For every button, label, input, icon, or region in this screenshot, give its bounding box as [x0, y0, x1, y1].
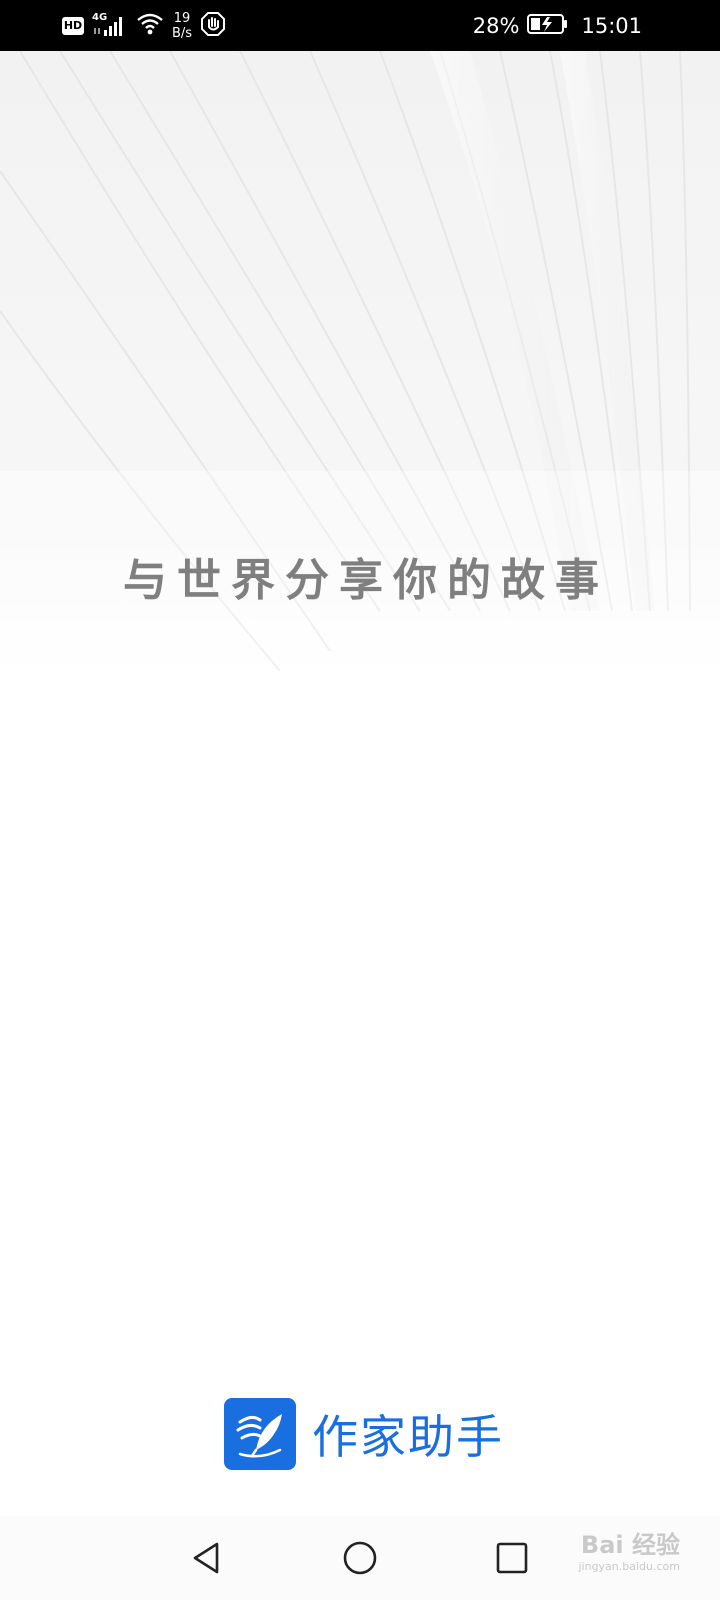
status-right-group: 28% 15:01: [473, 0, 642, 51]
signal-4g-icon: 4G: [92, 12, 128, 40]
app-brand: 作家助手: [224, 1398, 504, 1470]
net-speed: 19 B/s: [172, 11, 192, 41]
navigation-bar: Bai 经验 jingyan.baidu.com: [0, 1516, 720, 1600]
quill-pen-icon: [224, 1398, 296, 1470]
net-speed-unit: B/s: [172, 25, 193, 41]
status-left-group: HD 4G 19 B/s: [62, 0, 226, 51]
slogan-text: 与世界分享你的故事: [123, 555, 609, 606]
status-bar: HD 4G 19 B/s 28% 15:01: [0, 0, 720, 51]
battery-charging-icon: [527, 13, 569, 39]
watermark-url: jingyan.baidu.com: [578, 1560, 680, 1573]
watermark-mark: Bai 经验: [580, 1531, 680, 1559]
clock: 15:01: [581, 13, 642, 38]
app-name: 作家助手: [312, 1410, 504, 1464]
home-button[interactable]: [336, 1534, 384, 1582]
back-triangle-icon: [193, 1542, 219, 1574]
home-circle-icon: [343, 1541, 377, 1575]
hand-stop-icon: [200, 11, 226, 41]
net-speed-value: 19: [173, 10, 191, 26]
hd-icon: HD: [62, 16, 84, 35]
back-button[interactable]: [183, 1534, 231, 1582]
baidu-watermark: Bai 经验 jingyan.baidu.com: [578, 1530, 680, 1574]
splash-screen: HD 4G 19 B/s 28% 15:01 与世界分享你的故事 作家助手 Ba…: [0, 0, 720, 1600]
recent-square-icon: [496, 1542, 528, 1574]
recent-apps-button[interactable]: [488, 1534, 536, 1582]
wifi-icon: [136, 12, 164, 40]
battery-percent: 28%: [472, 13, 520, 38]
